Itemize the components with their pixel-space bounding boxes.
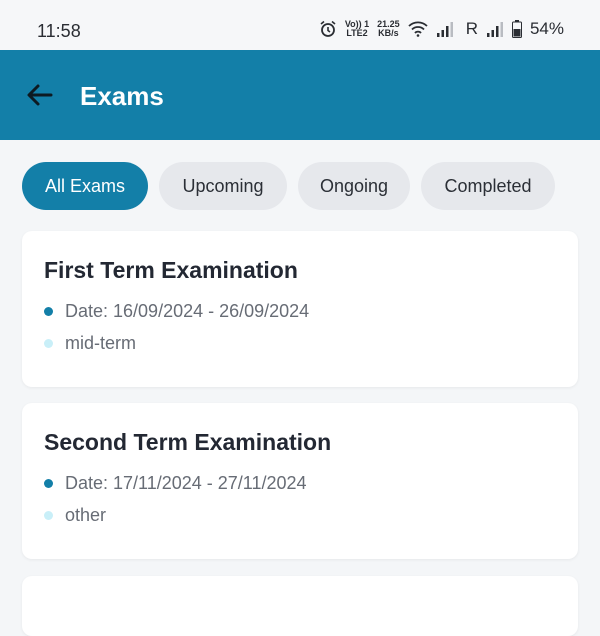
alarm-icon: [319, 20, 337, 38]
signal-icon: [436, 21, 454, 37]
network-type: Vo)) 1 LTE2: [344, 19, 370, 38]
date-dot-icon: [44, 479, 53, 488]
filter-chip-upcoming[interactable]: Upcoming: [159, 162, 287, 210]
type-dot-icon: [44, 511, 53, 520]
exam-title: First Term Examination: [44, 257, 298, 283]
exam-type: other: [65, 505, 107, 525]
status-time: 11:58: [37, 21, 81, 41]
exam-type-row: mid-term: [44, 333, 136, 354]
exam-date-row: Date: 17/11/2024 - 27/11/2024: [44, 473, 307, 494]
exam-date: Date: 17/11/2024 - 27/11/2024: [65, 473, 307, 493]
status-icons: Vo)) 1 LTE2 21.25 KB/s R 54%: [319, 19, 564, 39]
signal-icon: [486, 21, 504, 37]
back-arrow-icon[interactable]: [24, 79, 56, 111]
exam-filter-chips: All Exams Upcoming Ongoing Completed: [22, 162, 555, 210]
filter-chip-completed[interactable]: Completed: [421, 162, 555, 210]
type-dot-icon: [44, 339, 53, 348]
exam-date-row: Date: 16/09/2024 - 26/09/2024: [44, 301, 309, 322]
network-speed: 21.25 KB/s: [377, 19, 400, 38]
exam-type-row: other: [44, 505, 106, 526]
battery-percent: 54%: [529, 19, 564, 38]
date-dot-icon: [44, 307, 53, 316]
filter-chip-ongoing[interactable]: Ongoing: [298, 162, 410, 210]
exam-card[interactable]: First Term Examination Date: 16/09/2024 …: [22, 231, 578, 387]
wifi-icon: [408, 21, 428, 37]
exam-card[interactable]: [22, 576, 578, 636]
status-bar: 11:58 Vo)) 1 LTE2 21.25 KB/s R 54%: [0, 0, 600, 50]
battery-icon: [511, 20, 522, 38]
filter-chip-all-exams[interactable]: All Exams: [22, 162, 148, 210]
page-title: Exams: [80, 81, 164, 111]
exam-card[interactable]: Second Term Examination Date: 17/11/2024…: [22, 403, 578, 559]
exam-type: mid-term: [65, 333, 136, 353]
app-bar: Exams: [0, 50, 600, 140]
exam-title: Second Term Examination: [44, 429, 332, 455]
exam-date: Date: 16/09/2024 - 26/09/2024: [65, 301, 310, 321]
roaming-indicator: R: [465, 19, 478, 38]
